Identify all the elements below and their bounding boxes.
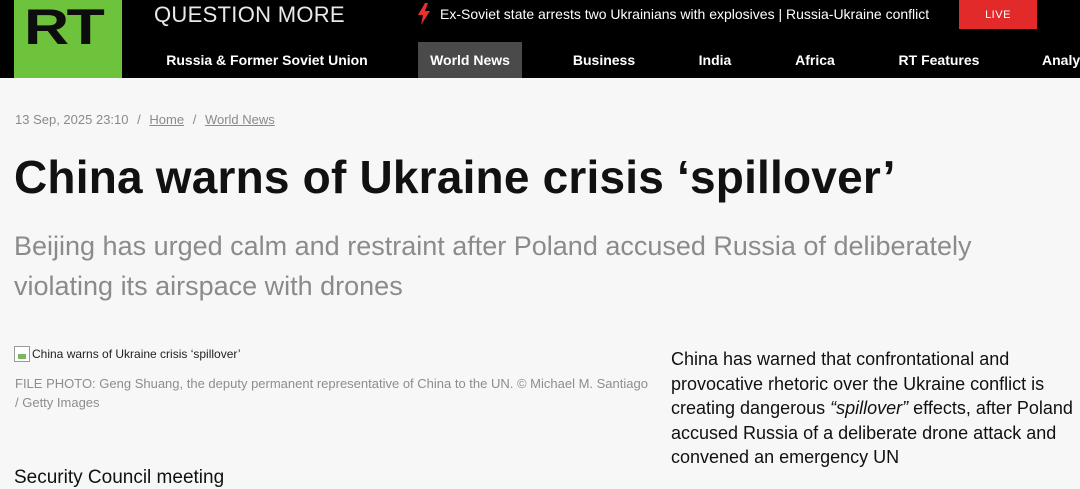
article-meta: 13 Sep, 2025 23:10 / Home / World News [15,112,275,127]
body-text-emphasis: “spillover” [830,398,909,418]
nav-item-world-news[interactable]: World News [418,42,522,78]
article-body-paragraph: China has warned that confrontational an… [671,347,1076,470]
breadcrumb-home[interactable]: Home [149,112,184,127]
breadcrumb-separator: / [192,112,197,127]
nav-item-business[interactable]: Business [558,42,650,78]
tagline: QUESTION MORE [154,2,345,27]
live-button[interactable]: LIVE [959,0,1037,29]
article-subtitle: Beijing has urged calm and restraint aft… [14,231,972,301]
article-title: China warns of Ukraine crisis ‘spillover… [14,151,896,203]
nav-item-russia-former-soviet-union[interactable]: Russia & Former Soviet Union [154,42,380,78]
article-image[interactable]: China warns of Ukraine crisis ‘spillover… [14,346,241,362]
breadcrumb-world-news[interactable]: World News [205,112,275,127]
nav-item-analytics[interactable]: Analy [1028,42,1080,78]
image-caption: FILE PHOTO: Geng Shuang, the deputy perm… [15,376,648,410]
nav-item-india[interactable]: India [684,42,746,78]
breaking-news-ticker[interactable]: Ex-Soviet state arrests two Ukrainians w… [416,3,929,25]
publish-datetime: 13 Sep, 2025 23:10 [15,112,129,127]
main-nav: Russia & Former Soviet Union World News … [0,42,1080,78]
article-body-continued: Security Council meeting [14,467,225,488]
site-header: RT QUESTION MORE Ex-Soviet state arrests… [0,0,1080,78]
nav-item-africa[interactable]: Africa [780,42,850,78]
breadcrumb-separator: / [137,112,141,127]
lightning-bolt-icon [418,3,430,25]
breaking-news-text[interactable]: Ex-Soviet state arrests two Ukrainians w… [440,6,929,22]
nav-item-rt-features[interactable]: RT Features [884,42,994,78]
broken-image-icon [14,346,30,362]
image-alt-text: China warns of Ukraine crisis ‘spillover… [32,347,241,361]
